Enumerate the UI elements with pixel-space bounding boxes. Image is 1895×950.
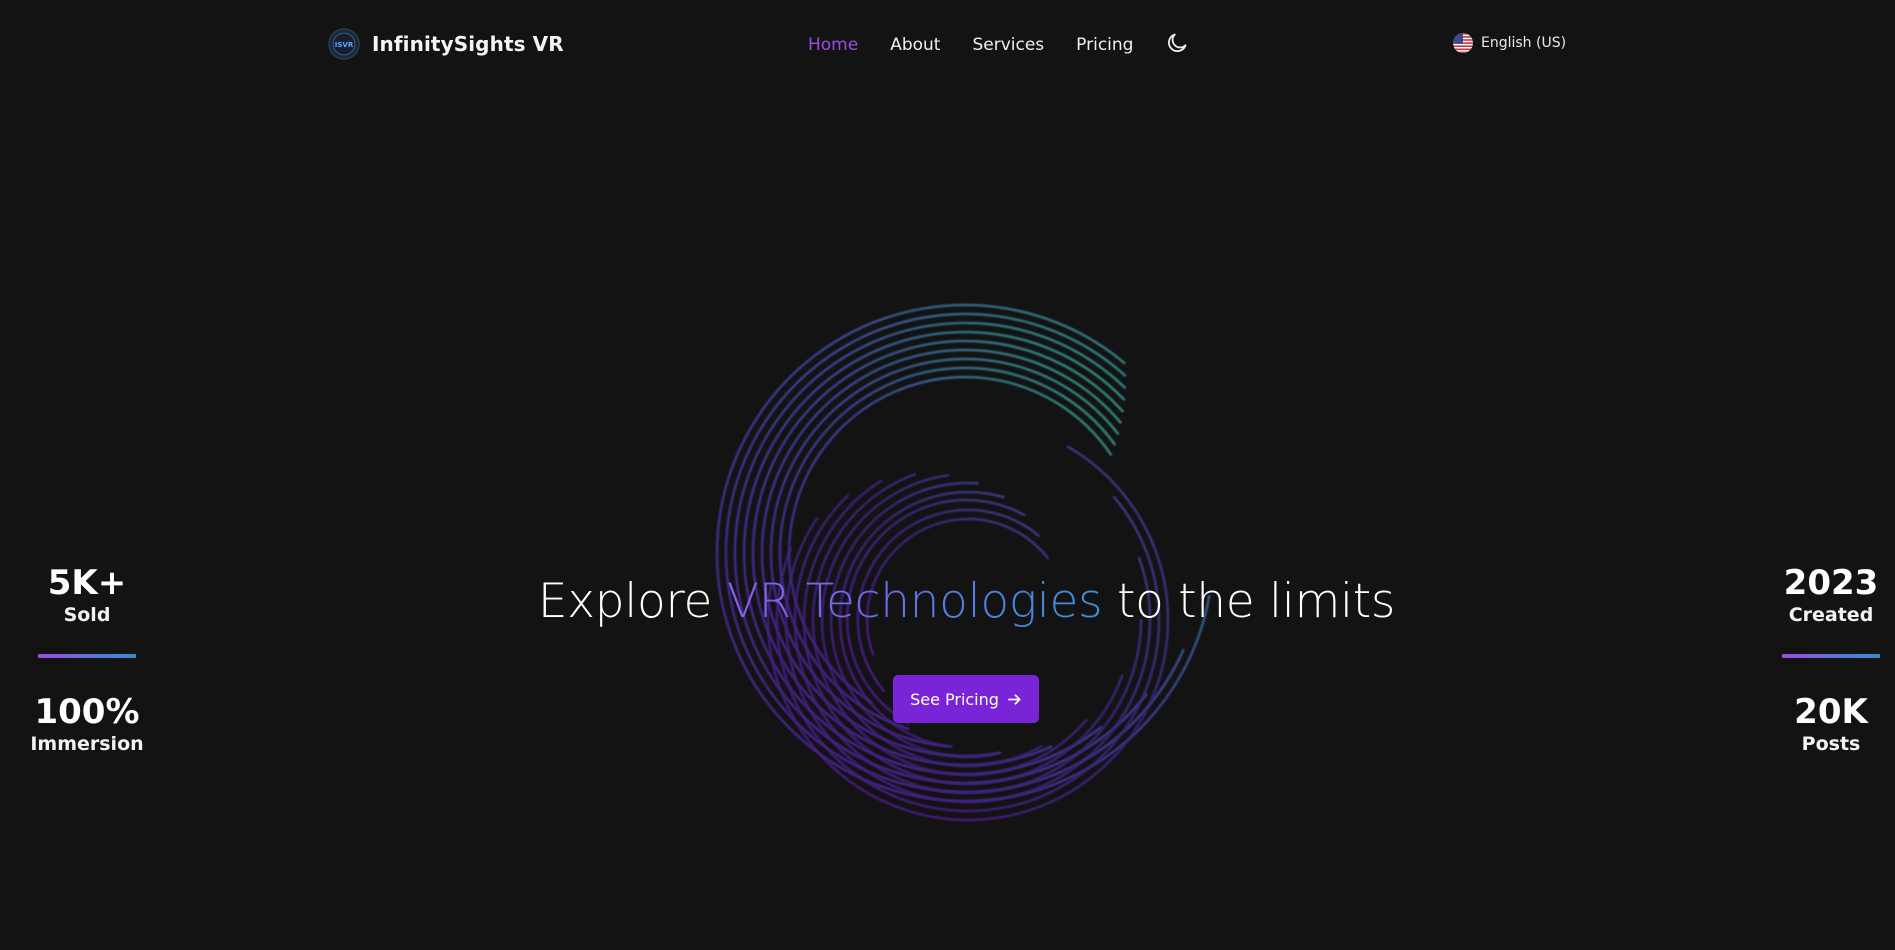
language-selector[interactable]: English (US) [1453, 33, 1566, 53]
stat-label: Posts [1801, 733, 1861, 755]
spiral-arc [802, 479, 1124, 786]
see-pricing-button[interactable]: See Pricing [893, 675, 1039, 723]
stat-divider [1781, 654, 1881, 658]
nav-home[interactable]: Home [808, 35, 858, 55]
hero-headline: Explore VR Technologies to the limits [0, 574, 1895, 629]
language-label: English (US) [1481, 35, 1567, 51]
nav-pricing[interactable]: Pricing [1076, 35, 1133, 55]
page: ISVR InfinitySights VR Home About Servic… [0, 0, 1895, 950]
spiral-arc [715, 303, 1211, 803]
main-nav: Home About Services Pricing [808, 31, 1189, 55]
stat-divider [37, 654, 137, 658]
spiral-arc [766, 445, 1170, 822]
stat-value: 20K [1794, 692, 1868, 732]
spiral-arc [793, 494, 1143, 795]
nav-services[interactable]: Services [972, 35, 1044, 55]
spiral-arc [787, 375, 1113, 704]
headline-text-after: to the limits [1102, 574, 1396, 629]
logo-lettering: ISVR [335, 41, 354, 49]
stat-value: 100% [34, 692, 140, 732]
spiral-arc [775, 495, 1161, 813]
spiral-arc [784, 516, 1152, 804]
us-flag-icon [1453, 33, 1473, 53]
moon-icon[interactable] [1165, 31, 1189, 55]
brand-logo-link[interactable]: ISVR InfinitySights VR [328, 28, 564, 60]
headline-text-before: Explore [537, 574, 727, 629]
stat-label: Immersion [30, 733, 144, 755]
arrow-right-icon [1007, 693, 1021, 705]
nav-about[interactable]: About [890, 35, 940, 55]
see-pricing-label: See Pricing [910, 689, 999, 709]
headline-highlight: VR Technologies [726, 574, 1103, 629]
logo-icon: ISVR [328, 28, 360, 60]
spiral-rings-graphic [715, 303, 1211, 822]
brand-name: InfinitySights VR [372, 32, 564, 56]
